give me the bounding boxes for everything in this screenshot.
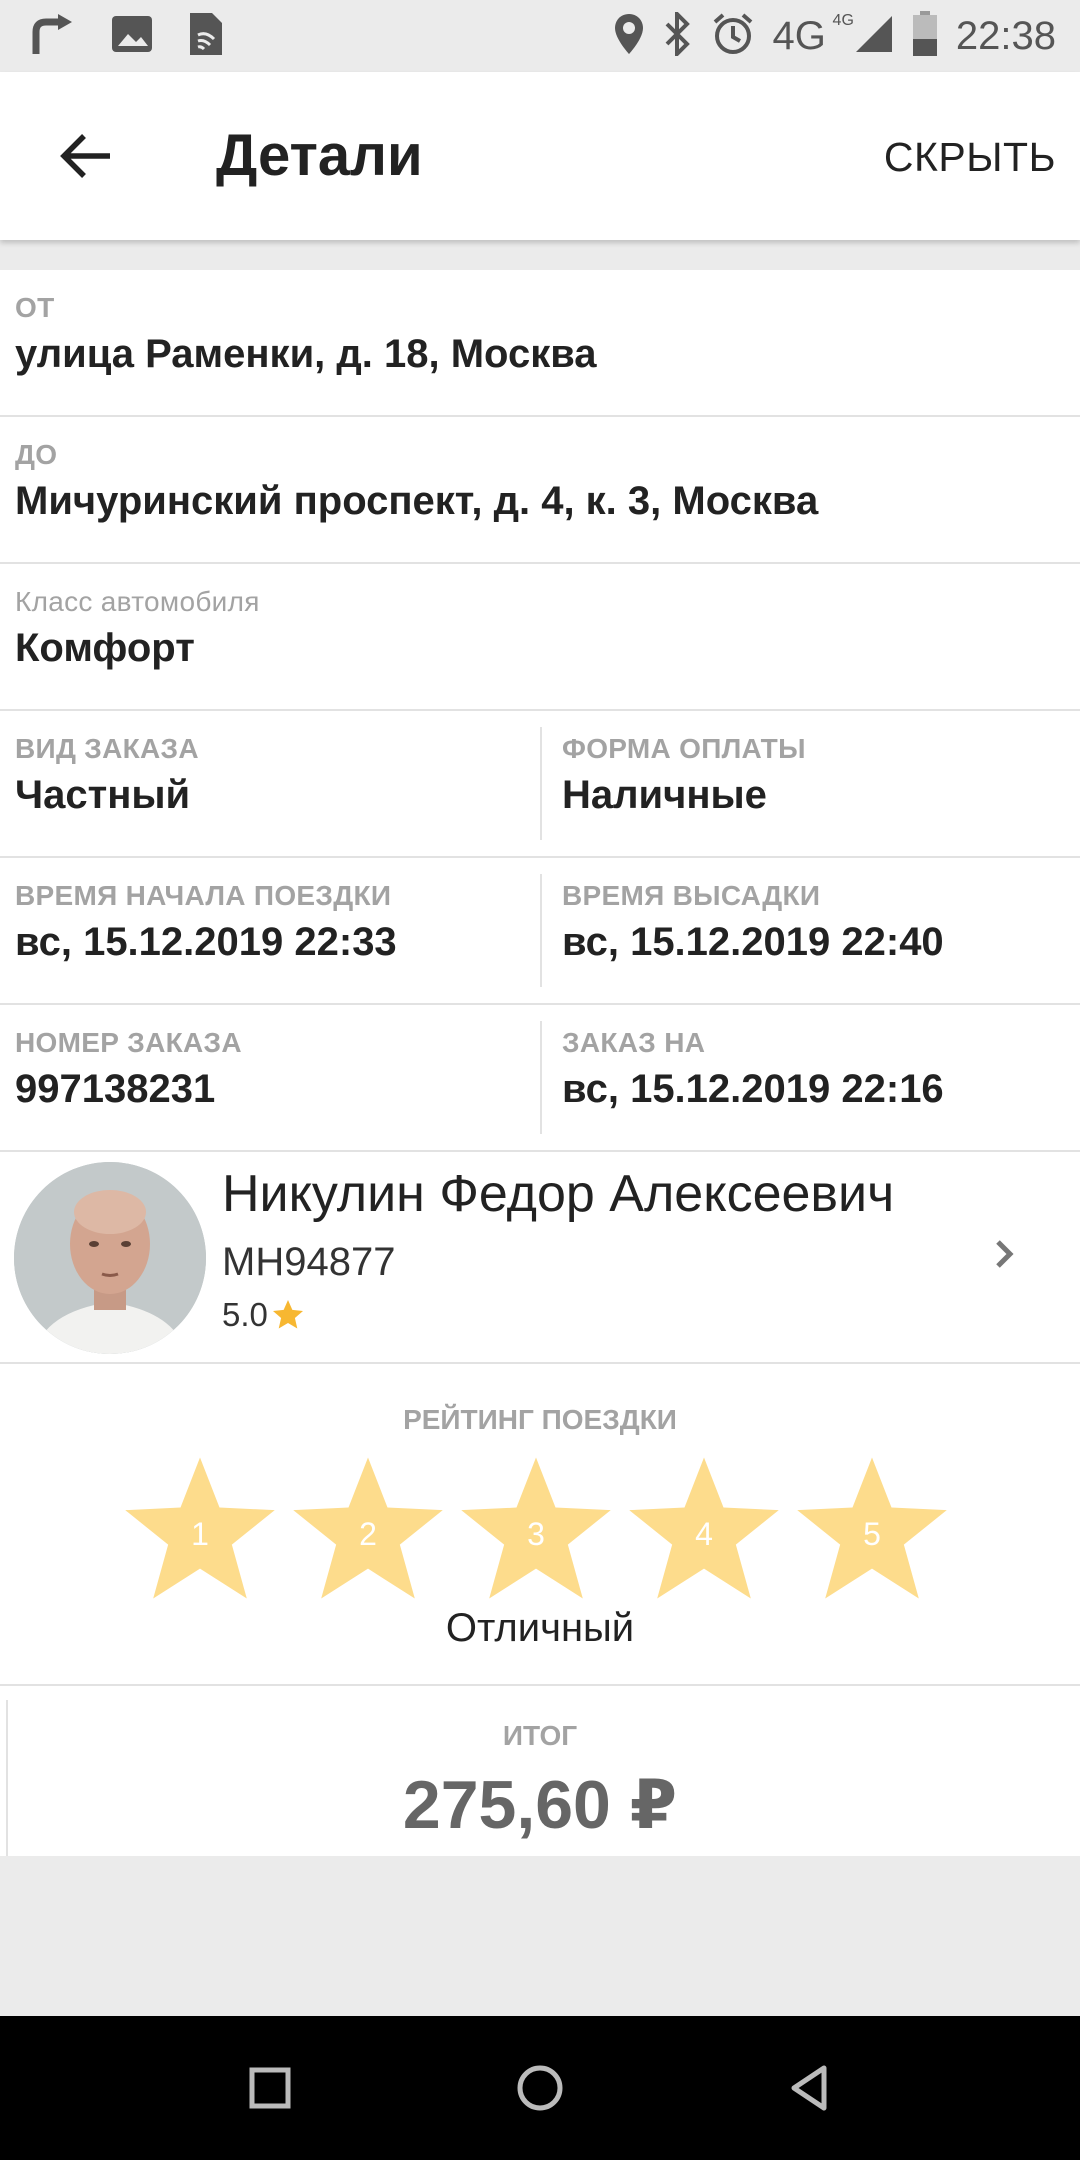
rating-star-3[interactable]: 3 bbox=[458, 1454, 614, 1604]
signal-icon bbox=[854, 14, 894, 59]
order-type-cell: ВИД ЗАКАЗА Частный bbox=[0, 711, 540, 856]
driver-rating-value: 5.0 bbox=[222, 1296, 268, 1333]
image-icon bbox=[110, 12, 154, 61]
start-time-cell: ВРЕМЯ НАЧАЛА ПОЕЗДКИ вс, 15.12.2019 22:3… bbox=[0, 858, 540, 1003]
dropoff-time-value: вс, 15.12.2019 22:40 bbox=[562, 920, 944, 964]
dropoff-time-cell: ВРЕМЯ ВЫСАДКИ вс, 15.12.2019 22:40 bbox=[540, 858, 1080, 1003]
alarm-icon bbox=[711, 12, 755, 61]
car-class-row: Класс автомобиля Комфорт bbox=[0, 564, 1080, 711]
order-type-value: Частный bbox=[15, 773, 191, 817]
rating-star-1[interactable]: 1 bbox=[122, 1454, 278, 1604]
network-type: 4G 4G bbox=[772, 11, 854, 58]
forward-icon bbox=[28, 10, 76, 63]
chevron-right-icon bbox=[996, 1240, 1014, 1268]
from-label: ОТ bbox=[15, 292, 55, 323]
dropoff-time-label: ВРЕМЯ ВЫСАДКИ bbox=[562, 880, 821, 911]
order-for-value: вс, 15.12.2019 22:16 bbox=[562, 1067, 944, 1111]
star-icon bbox=[272, 1300, 303, 1329]
car-class-label: Класс автомобиля bbox=[15, 586, 260, 617]
rating-star-2-label: 2 bbox=[359, 1516, 377, 1552]
order-number-row: НОМЕР ЗАКАЗА 997138231 ЗАКАЗ НА вс, 15.1… bbox=[0, 1005, 1080, 1152]
car-class-value: Комфорт bbox=[15, 626, 195, 670]
order-details: ОТ улица Раменки, д. 18, Москва ДО Мичур… bbox=[0, 270, 1080, 1856]
from-row: ОТ улица Раменки, д. 18, Москва bbox=[0, 270, 1080, 417]
system-nav-bar bbox=[0, 2016, 1080, 2160]
times-row: ВРЕМЯ НАЧАЛА ПОЕЗДКИ вс, 15.12.2019 22:3… bbox=[0, 858, 1080, 1005]
payment-value: Наличные bbox=[562, 773, 767, 817]
payment-cell: ФОРМА ОПЛАТЫ Наличные bbox=[540, 711, 1080, 856]
rating-star-4-label: 4 bbox=[695, 1516, 713, 1552]
bluetooth-icon bbox=[663, 8, 693, 61]
to-row: ДО Мичуринский проспект, д. 4, к. 3, Мос… bbox=[0, 417, 1080, 564]
hide-button[interactable]: СКРЫТЬ bbox=[884, 134, 1056, 181]
order-type-payment-row: ВИД ЗАКАЗА Частный ФОРМА ОПЛАТЫ Наличные bbox=[0, 711, 1080, 858]
order-for-cell: ЗАКАЗ НА вс, 15.12.2019 22:16 bbox=[540, 1005, 1080, 1150]
sim-icon bbox=[188, 11, 224, 62]
trip-rating-text: Отличный bbox=[445, 1606, 635, 1650]
back-button[interactable] bbox=[46, 116, 126, 196]
status-bar: 4G 4G 22:38 bbox=[0, 0, 1080, 72]
page-title: Детали bbox=[216, 123, 423, 188]
total-section: ИТОГ 275,60 ₽ bbox=[0, 1686, 1080, 1856]
battery-icon bbox=[912, 10, 938, 62]
driver-plate: МН94877 bbox=[222, 1240, 396, 1284]
start-time-label: ВРЕМЯ НАЧАЛА ПОЕЗДКИ bbox=[15, 880, 392, 911]
driver-name: Никулин Федор Алексеевич bbox=[222, 1165, 895, 1223]
back-nav-button[interactable] bbox=[780, 2058, 840, 2118]
driver-rating: 5.0 bbox=[222, 1296, 306, 1334]
order-type-label: ВИД ЗАКАЗА bbox=[15, 733, 199, 764]
payment-label: ФОРМА ОПЛАТЫ bbox=[562, 733, 806, 764]
driver-avatar bbox=[14, 1162, 206, 1354]
recents-button[interactable] bbox=[240, 2058, 300, 2118]
to-value: Мичуринский проспект, д. 4, к. 3, Москва bbox=[15, 479, 819, 523]
order-number-value: 997138231 bbox=[15, 1067, 216, 1111]
rating-star-3-label: 3 bbox=[527, 1516, 545, 1552]
driver-card[interactable]: Никулин Федор Алексеевич МН94877 5.0 bbox=[0, 1152, 1080, 1364]
trip-rating-section: РЕЙТИНГ ПОЕЗДКИ 1 2 3 4 5 Отличный bbox=[0, 1364, 1080, 1686]
home-button[interactable] bbox=[510, 2058, 570, 2118]
from-value: улица Раменки, д. 18, Москва bbox=[15, 332, 597, 376]
order-number-label: НОМЕР ЗАКАЗА bbox=[15, 1027, 242, 1058]
arrow-back-icon bbox=[60, 134, 110, 178]
rating-star-5[interactable]: 5 bbox=[794, 1454, 950, 1604]
clock: 22:38 bbox=[955, 13, 1056, 58]
trip-rating-label: РЕЙТИНГ ПОЕЗДКИ bbox=[403, 1404, 677, 1435]
rating-star-2[interactable]: 2 bbox=[290, 1454, 446, 1604]
app-bar: Детали СКРЫТЬ bbox=[0, 72, 1080, 240]
total-label: ИТОГ bbox=[502, 1720, 578, 1751]
total-value: 275,60 ₽ bbox=[402, 1767, 678, 1843]
trip-rating-stars: 1 2 3 4 5 bbox=[122, 1454, 950, 1604]
order-number-cell: НОМЕР ЗАКАЗА 997138231 bbox=[0, 1005, 540, 1150]
order-for-label: ЗАКАЗ НА bbox=[562, 1027, 706, 1058]
rating-star-4[interactable]: 4 bbox=[626, 1454, 782, 1604]
to-label: ДО bbox=[15, 439, 58, 470]
rating-star-1-label: 1 bbox=[191, 1516, 209, 1552]
location-icon bbox=[613, 12, 645, 61]
rating-star-5-label: 5 bbox=[863, 1516, 881, 1552]
start-time-value: вс, 15.12.2019 22:33 bbox=[15, 920, 397, 964]
